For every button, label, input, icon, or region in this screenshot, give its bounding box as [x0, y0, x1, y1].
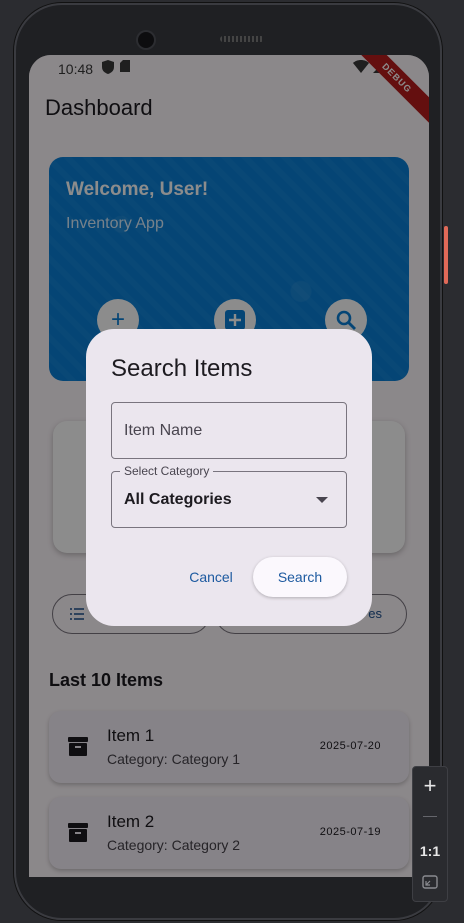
cancel-button[interactable]: Cancel	[178, 557, 244, 597]
item-name-placeholder: Item Name	[124, 422, 203, 439]
category-select[interactable]: Select Category All Categories	[111, 464, 347, 528]
search-items-dialog: Search Items Item Name Select Category A…	[86, 329, 372, 626]
volume-rocker	[444, 226, 448, 284]
dropdown-arrow-icon	[316, 497, 328, 503]
category-select-label: Select Category	[120, 464, 214, 478]
emulator-zoom-panel: + — 1:1	[412, 766, 448, 902]
fit-screen-button[interactable]	[413, 875, 447, 894]
earpiece-speaker	[220, 36, 264, 42]
category-select-value: All Categories	[124, 491, 232, 508]
front-camera	[138, 32, 154, 48]
zoom-reset-button[interactable]: 1:1	[413, 843, 447, 859]
item-name-input[interactable]: Item Name	[111, 402, 347, 459]
fit-screen-icon	[422, 875, 438, 889]
zoom-out-button[interactable]: —	[413, 807, 447, 823]
search-submit-button[interactable]: Search	[253, 557, 347, 597]
zoom-in-button[interactable]: +	[413, 773, 447, 799]
dialog-title: Search Items	[111, 355, 253, 382]
